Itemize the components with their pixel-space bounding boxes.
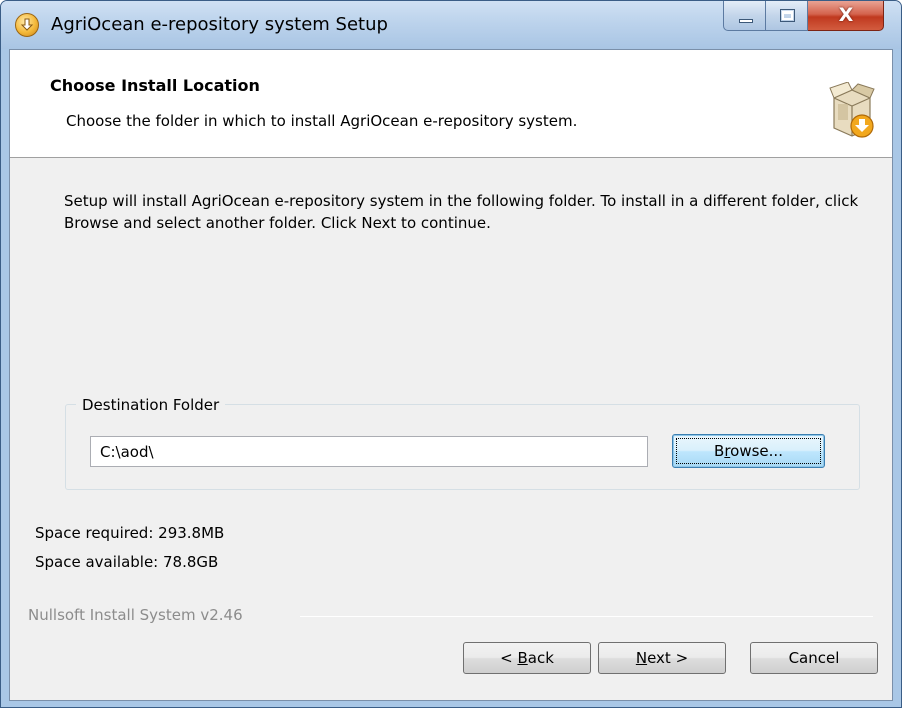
destination-folder-label: Destination Folder: [76, 396, 226, 414]
installer-window: AgriOcean e-repository system Setup X Ch…: [0, 0, 902, 708]
maximize-icon: [780, 9, 795, 22]
page-header: Choose Install Location Choose the folde…: [10, 50, 892, 158]
minimize-icon: [739, 19, 753, 23]
next-button[interactable]: Next >: [598, 642, 726, 674]
space-available-text: Space available: 78.8GB: [35, 553, 219, 571]
cancel-button[interactable]: Cancel: [750, 642, 878, 674]
intro-text: Setup will install AgriOcean e-repositor…: [64, 192, 859, 232]
close-icon: X: [838, 4, 854, 26]
back-button[interactable]: < Back: [463, 642, 591, 674]
focus-rectangle: [676, 438, 821, 464]
window-title: AgriOcean e-repository system Setup: [51, 14, 388, 35]
page-subtitle: Choose the folder in which to install Ag…: [66, 112, 578, 130]
page-title: Choose Install Location: [50, 76, 260, 95]
title-bar[interactable]: AgriOcean e-repository system Setup X: [1, 1, 901, 49]
branding-text: Nullsoft Install System v2.46: [28, 606, 243, 624]
maximize-button[interactable]: [766, 1, 808, 31]
minimize-button[interactable]: [723, 1, 766, 31]
browse-button[interactable]: Browse...: [672, 434, 825, 468]
window-frame-bottom: [1, 701, 901, 707]
installer-download-icon[interactable]: [15, 13, 39, 37]
branding-divider: [300, 616, 873, 617]
close-button[interactable]: X: [808, 1, 884, 31]
destination-path-input[interactable]: [90, 436, 648, 467]
dialog-client-area: Choose Install Location Choose the folde…: [9, 49, 893, 701]
space-required-text: Space required: 293.8MB: [35, 524, 225, 542]
box-install-icon: [829, 82, 875, 138]
